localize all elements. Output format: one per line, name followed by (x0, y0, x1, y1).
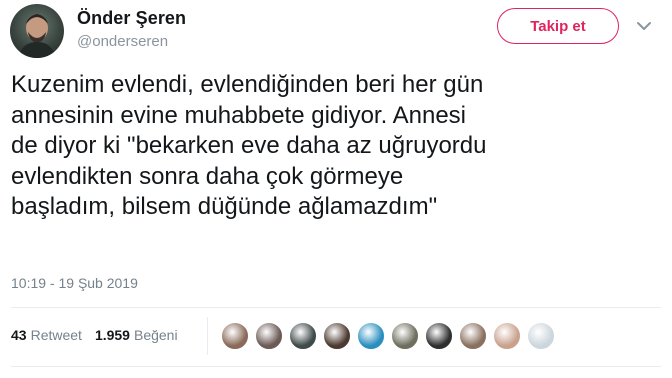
tweet-text: Kuzenim evlendi, evlendiğinden beri her … (11, 70, 661, 223)
tweet-text-line: de diyor ki "bekarken eve daha az uğruyo… (11, 132, 487, 159)
tweet-card: Önder Şeren @onderseren Takip et Kuzenim… (0, 0, 672, 378)
tweet-stats: 43 Retweet 1.959 Beğeni (11, 327, 191, 343)
like-label[interactable]: Beğeni (134, 327, 178, 343)
tweet-text-line: Kuzenim evlendi, evlendiğinden beri her … (11, 71, 484, 98)
chevron-down-icon[interactable] (634, 18, 654, 34)
liker-avatar-3[interactable] (289, 322, 317, 350)
like-count[interactable]: 1.959 (95, 327, 130, 343)
display-name[interactable]: Önder Şeren (77, 8, 186, 29)
liker-avatar-2[interactable] (255, 322, 283, 350)
follow-button[interactable]: Takip et (497, 8, 619, 44)
tweet-timestamp[interactable]: 10:19 - 19 Şub 2019 (11, 275, 138, 291)
liker-avatar-6[interactable] (391, 322, 419, 350)
liker-avatar-10[interactable] (527, 322, 555, 350)
liker-avatar-7[interactable] (425, 322, 453, 350)
liker-avatar-9[interactable] (493, 322, 521, 350)
divider (207, 317, 208, 355)
user-handle[interactable]: @onderseren (77, 33, 168, 50)
divider (11, 307, 661, 308)
retweet-label[interactable]: Retweet (31, 327, 82, 343)
liker-avatar-1[interactable] (221, 322, 249, 350)
tweet-text-line: başladım, bilsem düğünde ağlamazdım" (11, 193, 438, 220)
liker-avatar-5[interactable] (357, 322, 385, 350)
tweet-text-line: evlendikten sonra daha çok görmeye (11, 162, 404, 190)
liker-avatar-8[interactable] (459, 322, 487, 350)
retweet-count[interactable]: 43 (11, 327, 27, 343)
avatar[interactable] (10, 4, 64, 58)
avatar-photo-icon (18, 14, 56, 58)
tweet-text-line: annesinin evine muhabbete gidiyor. Annes… (11, 101, 466, 129)
divider (11, 366, 661, 367)
liker-avatar-4[interactable] (323, 322, 351, 350)
